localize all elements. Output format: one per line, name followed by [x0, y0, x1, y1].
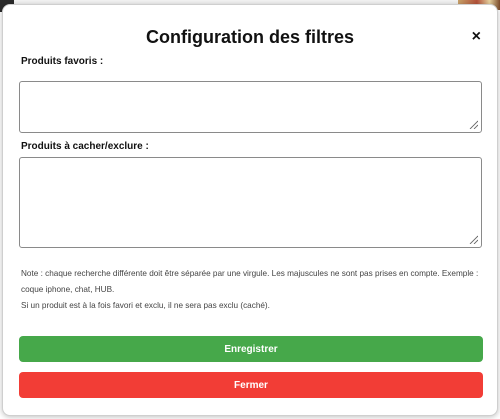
- help-note: Note : chaque recherche différente doit …: [21, 266, 486, 314]
- exclude-textarea[interactable]: [19, 157, 482, 248]
- help-note-line: Si un produit est à la fois favori et ex…: [21, 301, 270, 310]
- close-icon[interactable]: ×: [472, 29, 481, 45]
- close-button[interactable]: Fermer: [19, 372, 483, 398]
- favorites-label: Produits favoris :: [21, 56, 104, 67]
- exclude-label: Produits à cacher/exclure :: [21, 141, 149, 152]
- filter-config-dialog: Configuration des filtres × Produits fav…: [2, 4, 498, 416]
- help-note-line: Note : chaque recherche différente doit …: [21, 269, 479, 294]
- save-button[interactable]: Enregistrer: [19, 336, 483, 362]
- favorites-textarea[interactable]: [19, 81, 482, 133]
- dialog-title: Configuration des filtres: [145, 27, 354, 47]
